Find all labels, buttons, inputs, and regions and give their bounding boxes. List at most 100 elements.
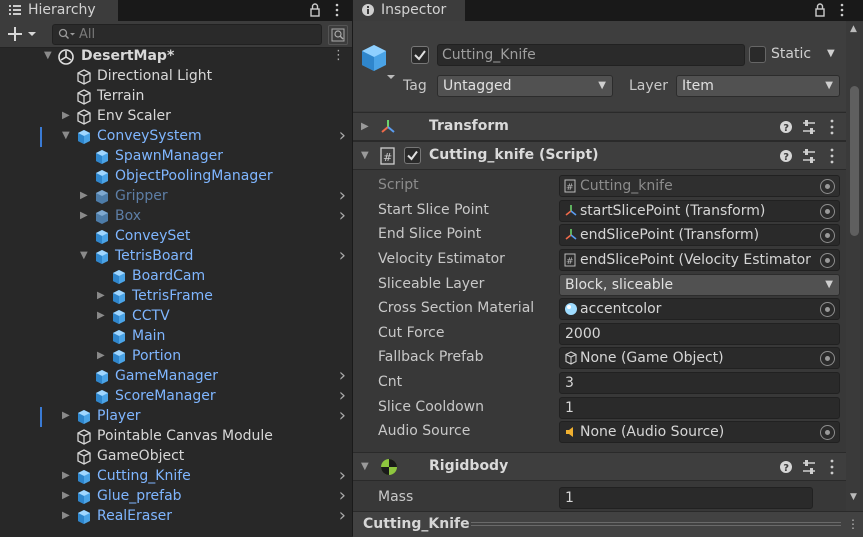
create-button[interactable] bbox=[6, 25, 40, 43]
object-picker-icon[interactable] bbox=[820, 302, 835, 317]
scroll-down-icon[interactable]: ▼ bbox=[850, 492, 857, 502]
object-name-field[interactable]: Cutting_Knife bbox=[437, 44, 745, 66]
collapsed-arrow-icon[interactable]: ▶ bbox=[62, 486, 72, 506]
prefab-icon bbox=[78, 490, 90, 504]
inspector-tab[interactable]: Inspector bbox=[353, 0, 465, 21]
chevron-right-icon[interactable]: › bbox=[339, 246, 346, 266]
object-picker-icon[interactable] bbox=[820, 351, 835, 366]
hierarchy-item[interactable]: ▶ Gripper › bbox=[0, 186, 352, 206]
active-checkbox[interactable] bbox=[411, 46, 429, 64]
layer-value: Item bbox=[682, 78, 714, 94]
expand-arrow-icon[interactable]: ▶ bbox=[361, 113, 369, 140]
scroll-up-icon[interactable]: ▲ bbox=[850, 24, 857, 34]
scrollbar-thumb[interactable] bbox=[850, 86, 859, 236]
more-icon[interactable]: ⋮ bbox=[332, 46, 345, 66]
field-input[interactable]: 2000 bbox=[559, 323, 840, 345]
hierarchy-item[interactable]: Directional Light bbox=[0, 66, 352, 86]
hierarchy-item[interactable]: ▶ RealEraser › bbox=[0, 506, 352, 526]
expanded-arrow-icon[interactable]: ▼ bbox=[44, 46, 54, 66]
hierarchy-item[interactable]: ▼ TetrisBoard › bbox=[0, 246, 352, 266]
hierarchy-item[interactable]: BoardCam bbox=[0, 266, 352, 286]
tag-dropdown[interactable]: Untagged ▼ bbox=[437, 75, 613, 97]
chevron-right-icon[interactable]: › bbox=[339, 406, 346, 426]
chevron-right-icon[interactable]: › bbox=[339, 386, 346, 406]
object-picker-icon[interactable] bbox=[820, 179, 835, 194]
hierarchy-item[interactable]: SpawnManager bbox=[0, 146, 352, 166]
more-icon[interactable]: ⋮ bbox=[847, 512, 859, 536]
object-picker-icon[interactable] bbox=[820, 253, 835, 268]
field-input[interactable]: accentcolor bbox=[559, 298, 840, 320]
collapsed-arrow-icon[interactable]: ▶ bbox=[97, 346, 107, 366]
hierarchy-item[interactable]: Pointable Canvas Module bbox=[0, 426, 352, 446]
object-picker-icon[interactable] bbox=[820, 425, 835, 440]
field-input[interactable]: # endSlicePoint (Velocity Estimator bbox=[559, 249, 840, 271]
mass-input[interactable]: 1 bbox=[559, 487, 813, 509]
hierarchy-item[interactable]: ▶ Env Scaler bbox=[0, 106, 352, 126]
tag-label: Tag bbox=[403, 78, 427, 94]
sliceable-layer-dropdown[interactable]: Block, sliceable ▼ bbox=[559, 274, 840, 296]
field-input[interactable]: # Cutting_knife bbox=[559, 175, 840, 197]
chevron-down-icon: ▼ bbox=[598, 80, 606, 91]
script-enabled-checkbox[interactable] bbox=[404, 147, 421, 164]
object-picker-icon[interactable] bbox=[820, 228, 835, 243]
scene-search-button[interactable] bbox=[328, 25, 348, 45]
hierarchy-item[interactable]: ScoreManager › bbox=[0, 386, 352, 406]
hierarchy-item-label: Pointable Canvas Module bbox=[97, 428, 273, 444]
hierarchy-item[interactable]: ▼ DesertMap* ⋮ bbox=[0, 46, 352, 66]
chevron-right-icon[interactable]: › bbox=[339, 206, 346, 226]
hierarchy-item[interactable]: ▼ ConveySystem › bbox=[0, 126, 352, 146]
layer-dropdown[interactable]: Item ▼ bbox=[676, 75, 840, 97]
collapsed-arrow-icon[interactable]: ▶ bbox=[62, 106, 72, 126]
hierarchy-item[interactable]: ObjectPoolingManager bbox=[0, 166, 352, 186]
field-label: Slice Cooldown bbox=[378, 399, 484, 415]
chevron-right-icon[interactable]: › bbox=[339, 126, 346, 146]
field-input[interactable]: startSlicePoint (Transform) bbox=[559, 200, 840, 222]
collapsed-arrow-icon[interactable]: ▶ bbox=[80, 186, 90, 206]
field-input[interactable]: None (Game Object) bbox=[559, 347, 840, 369]
collapse-arrow-icon[interactable]: ▼ bbox=[361, 453, 369, 480]
hierarchy-tab[interactable]: Hierarchy bbox=[0, 0, 118, 21]
chevron-right-icon[interactable]: › bbox=[339, 366, 346, 386]
collapsed-arrow-icon[interactable]: ▶ bbox=[62, 406, 72, 426]
collapse-arrow-icon[interactable]: ▼ bbox=[361, 142, 369, 169]
hierarchy-item[interactable]: ▶ TetrisFrame bbox=[0, 286, 352, 306]
static-checkbox[interactable] bbox=[749, 46, 766, 63]
hierarchy-item[interactable]: ▶ Box › bbox=[0, 206, 352, 226]
hierarchy-item[interactable]: ▶ Glue_prefab › bbox=[0, 486, 352, 506]
hierarchy-item[interactable]: ▶ Cutting_Knife › bbox=[0, 466, 352, 486]
collapsed-arrow-icon[interactable]: ▶ bbox=[97, 306, 107, 326]
rigidbody-component-header[interactable]: ▼ Rigidbody ? bbox=[353, 452, 846, 481]
field-input[interactable]: None (Audio Source) bbox=[559, 421, 840, 443]
lock-icon[interactable] bbox=[306, 0, 346, 21]
chevron-right-icon[interactable]: › bbox=[339, 186, 346, 206]
hierarchy-search-input[interactable]: All bbox=[52, 24, 322, 45]
hierarchy-item[interactable]: ▶ Player › bbox=[0, 406, 352, 426]
hierarchy-item[interactable]: GameManager › bbox=[0, 366, 352, 386]
hierarchy-item[interactable]: ▶ CCTV bbox=[0, 306, 352, 326]
lock-icon[interactable] bbox=[811, 0, 851, 21]
collapsed-arrow-icon[interactable]: ▶ bbox=[80, 206, 90, 226]
script-component-header[interactable]: ▼ # Cutting_knife (Script) ? bbox=[353, 141, 846, 170]
hierarchy-item[interactable]: ConveySet bbox=[0, 226, 352, 246]
hierarchy-item[interactable]: Main bbox=[0, 326, 352, 346]
hierarchy-item[interactable]: ▶ Portion bbox=[0, 346, 352, 366]
chevron-right-icon[interactable]: › bbox=[339, 486, 346, 506]
hierarchy-item[interactable]: Terrain bbox=[0, 86, 352, 106]
object-picker-icon[interactable] bbox=[820, 204, 835, 219]
collapsed-arrow-icon[interactable]: ▶ bbox=[62, 506, 72, 526]
field-input[interactable]: endSlicePoint (Transform) bbox=[559, 224, 840, 246]
field-input[interactable]: 1 bbox=[559, 397, 840, 419]
chevron-right-icon[interactable]: › bbox=[339, 466, 346, 486]
chevron-right-icon[interactable]: › bbox=[339, 506, 346, 526]
collapsed-arrow-icon[interactable]: ▶ bbox=[97, 286, 107, 306]
expanded-arrow-icon[interactable]: ▼ bbox=[62, 126, 72, 146]
collapsed-arrow-icon[interactable]: ▶ bbox=[62, 466, 72, 486]
field-input[interactable]: 3 bbox=[559, 372, 840, 394]
static-dropdown-arrow[interactable]: ▼ bbox=[827, 44, 835, 64]
transform-component-header[interactable]: ▶ Transform ? bbox=[353, 112, 846, 141]
hierarchy-item[interactable]: GameObject bbox=[0, 446, 352, 466]
prefab-icon bbox=[78, 470, 90, 484]
expanded-arrow-icon[interactable]: ▼ bbox=[80, 246, 90, 266]
gameobject-cube-icon[interactable] bbox=[360, 43, 396, 81]
search-placeholder: All bbox=[79, 27, 96, 42]
